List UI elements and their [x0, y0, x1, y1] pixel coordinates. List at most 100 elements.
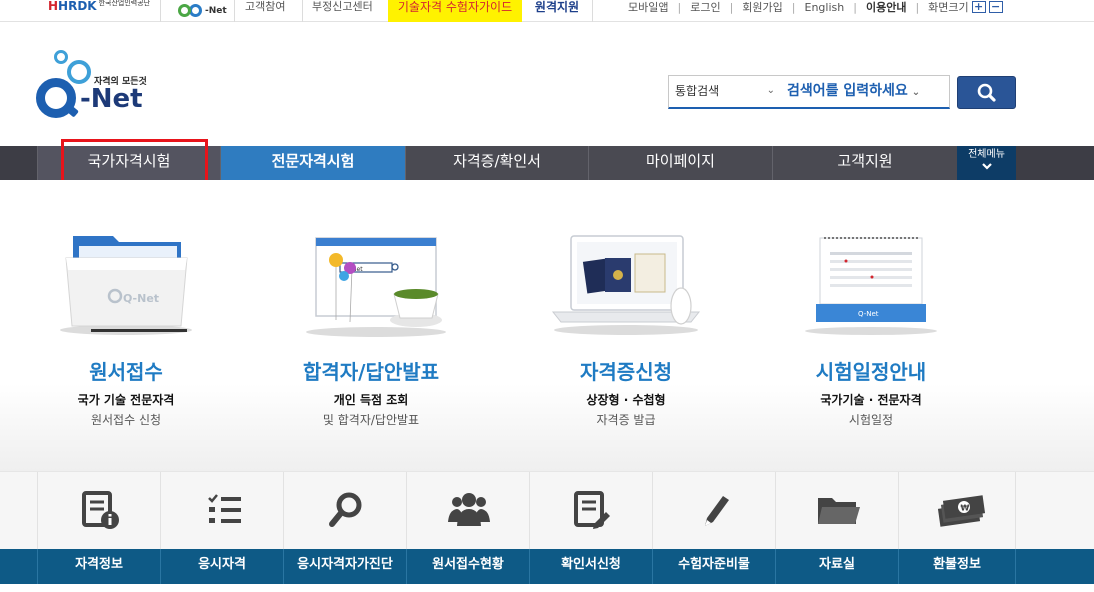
report-center-link[interactable]: 부정신고센터 [312, 0, 373, 14]
usage-guide-link[interactable]: 이용안내 [866, 0, 906, 15]
service-title: 시험일정안내 [815, 360, 927, 384]
quick-link-confirmation[interactable]: 확인서신청 [529, 549, 652, 584]
search-icon [977, 83, 996, 102]
service-description: 및 합격자/답안발표 [322, 413, 420, 427]
search-placeholder: 검색어를 입력하세요 [787, 83, 908, 99]
browser-illustration-icon: Q-Net [306, 237, 446, 337]
quick-link-refund[interactable]: 환불정보 [898, 549, 1016, 584]
nav-mypage[interactable]: 마이페이지 [588, 146, 772, 180]
folder-icon [818, 498, 860, 524]
nav-left-spacer [0, 146, 37, 180]
service-results[interactable]: Q-Net 합격자/답안발표 개인 득점 조회 및 합격자/답안발표 [276, 180, 466, 471]
quick-cell-qualification-info[interactable] [37, 472, 160, 550]
service-description: 원서접수 신청 [90, 413, 162, 427]
quick-links-bar: 자격정보 응시자격 응시자격자가진단 원서접수현황 확인서신청 수험자준비물 자… [0, 549, 1094, 584]
all-menu-button[interactable]: 전체메뉴 [957, 146, 1016, 180]
quick-cell-eligibility[interactable] [160, 472, 283, 550]
quick-cell-library[interactable] [775, 472, 898, 550]
quick-link-eligibility[interactable]: 응시자격 [160, 549, 283, 584]
document-info-icon [82, 491, 119, 529]
service-title: 합격자/답안발표 [302, 360, 440, 384]
chevron-down-icon [957, 162, 1016, 176]
svg-text:Q-Net: Q-Net [123, 292, 159, 305]
qnet-homepage: HHRDK 한국산업인력공단 -Net 고객참여 부정신고센터 기술자격 수험자… [0, 0, 1094, 592]
checklist-icon [208, 494, 241, 523]
separator: | [677, 0, 682, 14]
signup-link[interactable]: 회원가입 [742, 0, 782, 15]
screen-size-label: 화면크기 [928, 1, 969, 14]
svg-text:₩: ₩ [961, 504, 970, 513]
separator: | [853, 0, 857, 14]
service-application[interactable]: Q-Net 원서접수 국가 기술 전문자격 원서접수 신청 [31, 180, 221, 471]
remote-support-link[interactable]: 원격지원 [522, 0, 592, 22]
service-schedule[interactable]: Q-Net 시험일정안내 국가기술 · 전문자격 시험일정 [776, 180, 966, 471]
nav-professional-exam[interactable]: 전문자격시험 [220, 146, 405, 180]
quick-link-qualification-info[interactable]: 자격정보 [37, 549, 160, 584]
service-title: 자격증신청 [580, 360, 672, 384]
all-menu-label: 전체메뉴 [968, 149, 1005, 160]
search-button[interactable] [957, 76, 1016, 109]
divider [592, 0, 593, 22]
cq-net-label: -Net [205, 5, 227, 16]
logo-bubble-small [54, 50, 68, 64]
separator: | [791, 0, 796, 14]
nav-certificates[interactable]: 자격증/확인서 [405, 146, 588, 180]
document-pen-icon [574, 491, 610, 529]
service-subtitle: 국가기술 · 전문자격 [820, 393, 922, 407]
logo-net-text: -Net [80, 84, 143, 114]
quick-cell-preparation[interactable] [652, 472, 775, 550]
cq-net-logo[interactable]: -Net [178, 4, 227, 17]
quick-cell-application-status[interactable] [406, 472, 529, 550]
divider [234, 0, 235, 22]
exam-guide-link[interactable]: 기술자격 수험자가이드 [388, 0, 522, 22]
top-utility-bar: HHRDK 한국산업인력공단 -Net 고객참여 부정신고센터 기술자격 수험자… [0, 0, 1094, 22]
zoom-out-button[interactable]: − [988, 1, 1003, 13]
calendar-illustration-icon: Q-Net [805, 237, 937, 335]
chevron-down-icon: ⌄ [766, 85, 775, 96]
magnifier-icon [329, 492, 362, 527]
quick-cell-refund[interactable]: ₩ [898, 472, 1016, 550]
divider [302, 0, 303, 22]
qnet-logo[interactable]: 자격의 모든것 -Net [36, 46, 147, 120]
hrdk-logo-text: HHRDK [48, 0, 97, 13]
service-title: 원서접수 [89, 360, 163, 384]
hrdk-logo[interactable]: HHRDK 한국산업인력공단 [48, 0, 150, 14]
nav-right-spacer [1016, 146, 1094, 180]
service-subtitle: 상장형 · 수첩형 [586, 393, 666, 407]
service-subtitle: 국가 기술 전문자격 [77, 393, 175, 407]
money-icon: ₩ [937, 495, 985, 527]
chevron-down-icon: ⌄ [911, 87, 921, 98]
quick-link-application-status[interactable]: 원서접수현황 [406, 549, 529, 584]
search-scope-select[interactable]: 통합검색 ⌄ [669, 76, 781, 108]
customer-participation-link[interactable]: 고객참여 [245, 0, 285, 14]
search-input[interactable]: 검색어를 입력하세요 ⌄ [787, 76, 949, 108]
quick-link-library[interactable]: 자료실 [775, 549, 898, 584]
service-description: 시험일정 [848, 413, 894, 427]
login-link[interactable]: 로그인 [690, 0, 720, 15]
quick-cell-self-check[interactable] [283, 472, 406, 550]
zoom-in-button[interactable]: + [971, 1, 986, 13]
separator: | [915, 0, 920, 14]
mobile-app-link[interactable]: 모바일앱 [628, 0, 668, 15]
folder-illustration-icon: Q-Net [60, 236, 192, 335]
quick-link-preparation[interactable]: 수험자준비물 [652, 549, 775, 584]
people-icon [448, 493, 490, 526]
divider [160, 0, 161, 22]
service-section: Q-Net 원서접수 국가 기술 전문자격 원서접수 신청 Q-Net [0, 180, 1094, 471]
separator: | [729, 0, 734, 14]
logo-bubble-large [67, 60, 91, 84]
service-subtitle: 개인 득점 조회 [333, 393, 409, 407]
quick-icons-row: ₩ [0, 471, 1094, 550]
laptop-illustration-icon [551, 235, 701, 335]
hrdk-org-name: 한국산업인력공단 [98, 0, 151, 7]
pencil-icon [705, 496, 729, 526]
quick-cell-confirmation[interactable] [529, 472, 652, 550]
search-box: 통합검색 ⌄ 검색어를 입력하세요 ⌄ [668, 75, 950, 109]
quick-link-self-check[interactable]: 응시자격자가진단 [283, 549, 406, 584]
cq-c-icon [178, 4, 191, 17]
english-link[interactable]: English [805, 1, 845, 14]
search-scope-value: 통합검색 [675, 84, 720, 98]
service-certificate[interactable]: 자격증신청 상장형 · 수첩형 자격증 발급 [531, 180, 721, 471]
account-links: 모바일앱 | 로그인 | 회원가입 | English | 이용안내 | 화면크… [628, 0, 1003, 14]
nav-customer-support[interactable]: 고객지원 [772, 146, 957, 180]
